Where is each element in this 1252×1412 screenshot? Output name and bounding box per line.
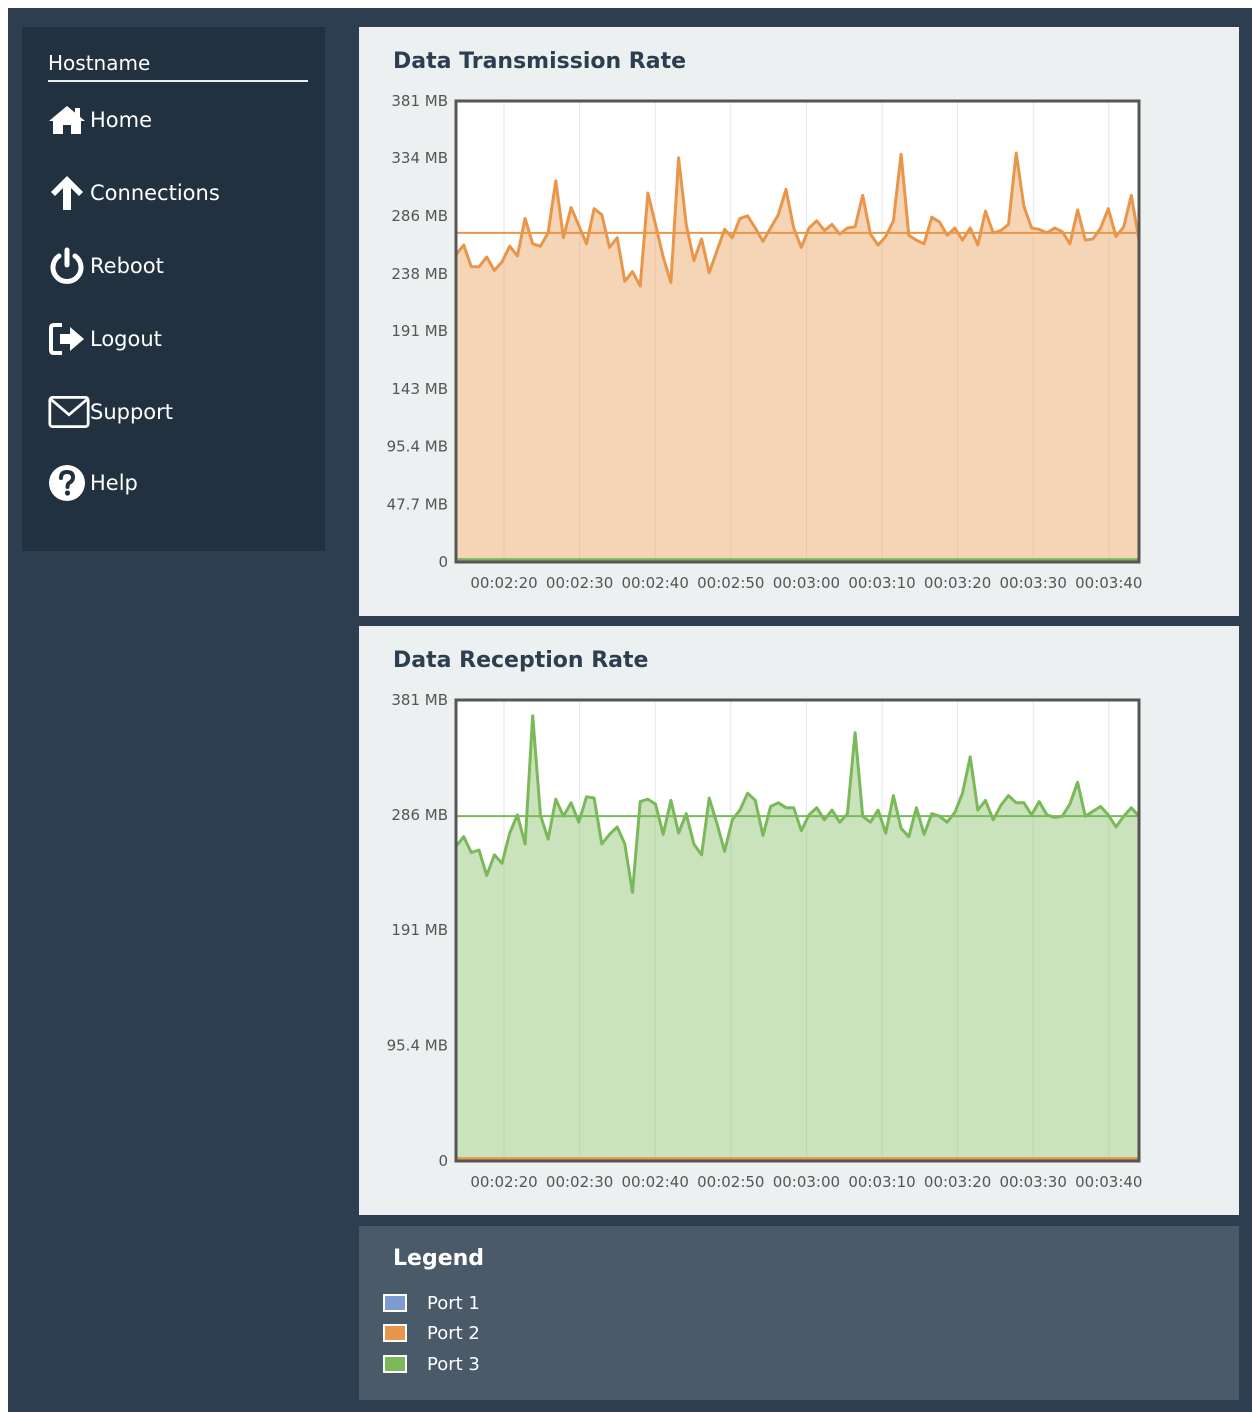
legend-swatch-port-3: [383, 1355, 407, 1373]
nav-item-logout[interactable]: Logout: [48, 317, 308, 361]
x-tick-label: 00:03:00: [773, 574, 840, 592]
x-tick-label: 00:03:30: [1000, 574, 1067, 592]
sidebar: Hostname Home Connections Reboot Logout …: [22, 27, 325, 551]
nav-label-help: Help: [90, 471, 138, 495]
y-tick-label: 191 MB: [391, 322, 448, 340]
y-tick-label: 381 MB: [391, 691, 448, 709]
legend-title: Legend: [393, 1246, 485, 1271]
x-tick-label: 00:03:10: [848, 1173, 915, 1191]
envelope-icon: [48, 391, 90, 433]
x-tick-label: 00:03:10: [848, 574, 915, 592]
legend-swatch-port-1: [383, 1294, 407, 1312]
legend-item-port-2: Port 2: [383, 1321, 480, 1345]
home-icon: [48, 99, 90, 141]
y-tick-label: 95.4 MB: [387, 438, 448, 456]
nav-label-reboot: Reboot: [90, 254, 164, 278]
nav-label-support: Support: [90, 400, 174, 424]
y-tick-label: 238 MB: [391, 265, 448, 283]
nav-item-support[interactable]: Support: [48, 390, 308, 434]
x-tick-label: 00:03:20: [924, 574, 991, 592]
x-tick-label: 00:02:40: [622, 574, 689, 592]
y-tick-label: 0: [438, 1152, 448, 1170]
nav-label-connections: Connections: [90, 181, 220, 205]
x-tick-label: 00:02:40: [622, 1173, 689, 1191]
nav-label-logout: Logout: [90, 327, 162, 351]
nav-item-help[interactable]: Help: [48, 461, 308, 505]
reception-chart: 0 95.4 MB 191 MB 286 MB 381 MB 00:02:20 00:02:…: [387, 691, 1143, 1191]
x-tick-label: 00:02:50: [697, 574, 764, 592]
legend-panel: Legend Port 1 Port 2 Port 3: [359, 1226, 1239, 1400]
transmission-chart: 0 47.7 MB 95.4 MB 143 MB 191 MB 238 MB 286 MB 3…: [387, 92, 1143, 592]
legend-label-port-1: Port 1: [427, 1292, 480, 1314]
y-tick-label: 191 MB: [391, 921, 448, 939]
x-tick-label: 00:03:40: [1075, 574, 1142, 592]
legend-item-port-3: Port 3: [383, 1352, 480, 1376]
logout-icon: [48, 318, 90, 360]
arrow-up-icon: [48, 172, 90, 214]
y-tick-label: 334 MB: [391, 149, 448, 167]
x-tick-label: 00:03:00: [773, 1173, 840, 1191]
x-tick-label: 00:02:50: [697, 1173, 764, 1191]
transmission-chart-panel: Data Transmission Rate 0 47.7 MB 95.4 MB 14…: [359, 27, 1239, 616]
nav-item-connections[interactable]: Connections: [48, 171, 308, 215]
nav-label-home: Home: [90, 108, 153, 132]
x-tick-label: 00:02:30: [546, 574, 613, 592]
x-tick-label: 00:03:40: [1075, 1173, 1142, 1191]
nav-item-home[interactable]: Home: [48, 98, 308, 142]
power-icon: [48, 245, 90, 287]
y-tick-label: 0: [438, 553, 448, 571]
legend-swatch-port-2: [383, 1324, 407, 1342]
y-tick-label: 381 MB: [391, 92, 448, 110]
legend-label-port-3: Port 3: [427, 1353, 480, 1375]
hostname-label: Hostname: [48, 51, 308, 82]
reception-chart-panel: Data Reception Rate 0 95.4 MB 191 MB 286 MB…: [359, 626, 1239, 1215]
y-tick-label: 143 MB: [391, 380, 448, 398]
question-circle-icon: [48, 462, 90, 504]
x-tick-label: 00:02:20: [470, 574, 537, 592]
x-tick-label: 00:03:20: [924, 1173, 991, 1191]
x-tick-label: 00:03:30: [1000, 1173, 1067, 1191]
x-tick-label: 00:02:30: [546, 1173, 613, 1191]
y-tick-label: 47.7 MB: [387, 495, 448, 513]
legend-label-port-2: Port 2: [427, 1322, 480, 1344]
nav-item-reboot[interactable]: Reboot: [48, 244, 308, 288]
legend-item-port-1: Port 1: [383, 1291, 480, 1315]
y-tick-label: 286 MB: [391, 806, 448, 824]
x-tick-label: 00:02:20: [470, 1173, 537, 1191]
y-tick-label: 286 MB: [391, 207, 448, 225]
y-tick-label: 95.4 MB: [387, 1037, 448, 1055]
